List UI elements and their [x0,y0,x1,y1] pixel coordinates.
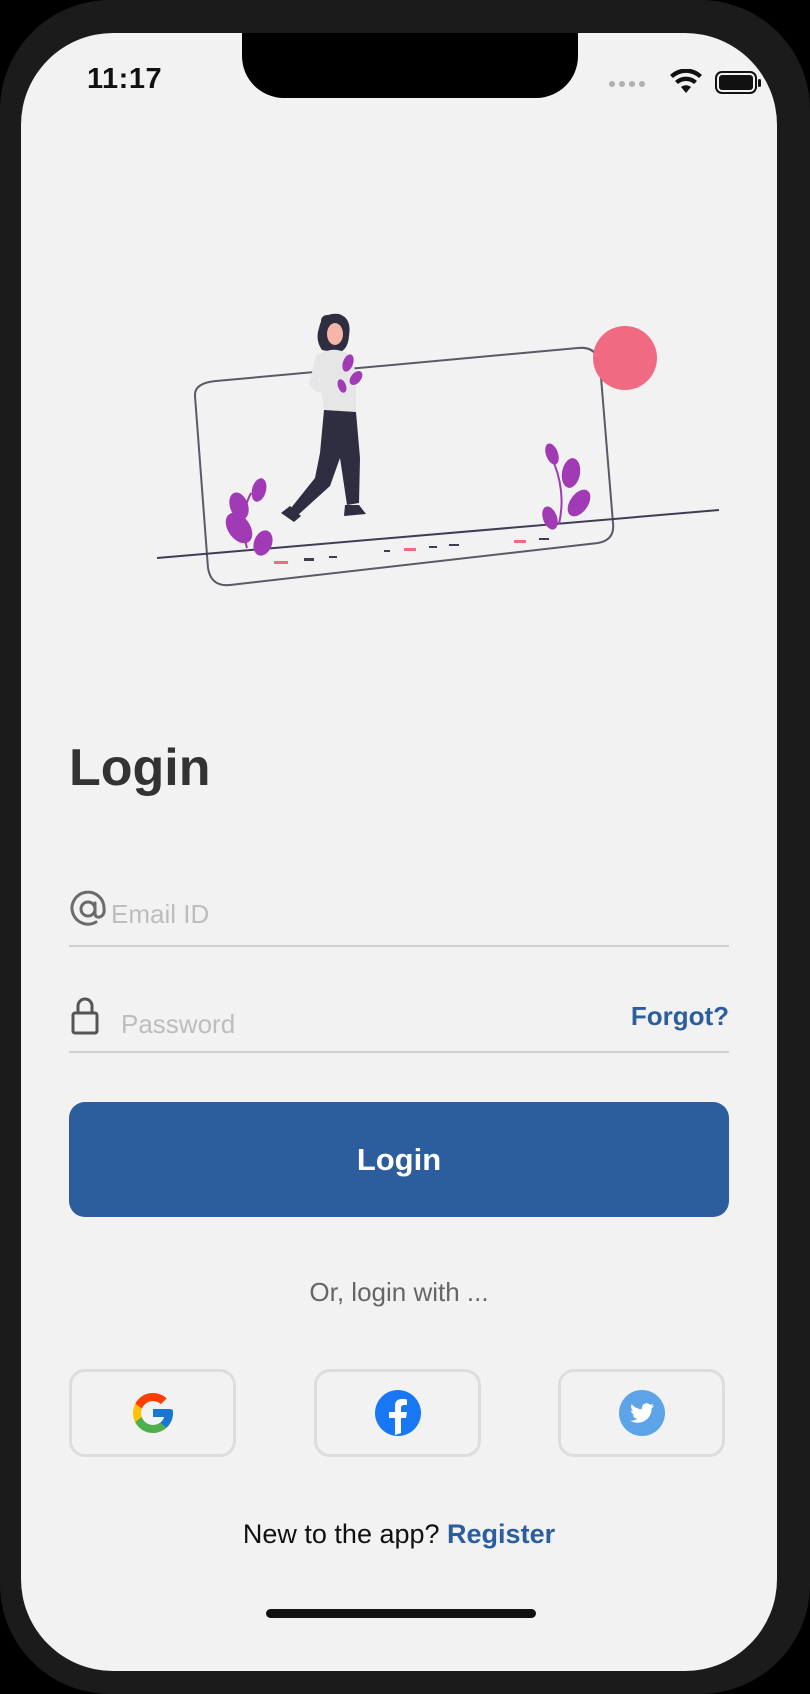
wifi-icon [670,69,702,93]
twitter-login-button[interactable] [558,1369,725,1457]
email-input[interactable] [109,895,673,933]
sun-circle [593,326,657,390]
woman-figure [281,313,366,522]
plant-left [225,478,273,556]
at-sign-icon [70,890,106,926]
status-icons [609,69,761,95]
alternative-login-text: Or, login with ... [309,1277,489,1307]
password-field: Forgot? [69,991,729,1053]
password-input[interactable] [119,1005,583,1043]
plant-right [542,443,591,530]
signal-icon [609,81,645,87]
device-notch [242,33,578,98]
forgot-password-link[interactable]: Forgot? [631,1001,729,1032]
login-button[interactable]: Login [69,1102,729,1217]
home-indicator[interactable] [266,1609,536,1618]
status-time: 11:17 [87,63,163,95]
register-prompt: New to the app? [242,1519,440,1549]
ground-dots [274,538,549,564]
google-icon [132,1393,173,1433]
login-illustration [156,313,720,587]
battery-icon [715,71,761,94]
facebook-login-button[interactable] [314,1369,481,1457]
phone-frame: 11:17 Login Email ID Forgot? Login Or, l… [0,0,810,1694]
google-login-button[interactable] [69,1369,236,1457]
app-screen: 11:17 Login Email ID Forgot? Login Or, l… [21,33,777,1671]
facebook-icon [374,1390,421,1436]
twitter-icon [618,1390,665,1436]
page-title: Login [69,739,211,797]
register-row: New to the app? Register [69,1519,729,1550]
lock-icon [71,997,99,1035]
register-link[interactable]: Register [447,1519,555,1549]
email-field [69,885,729,947]
